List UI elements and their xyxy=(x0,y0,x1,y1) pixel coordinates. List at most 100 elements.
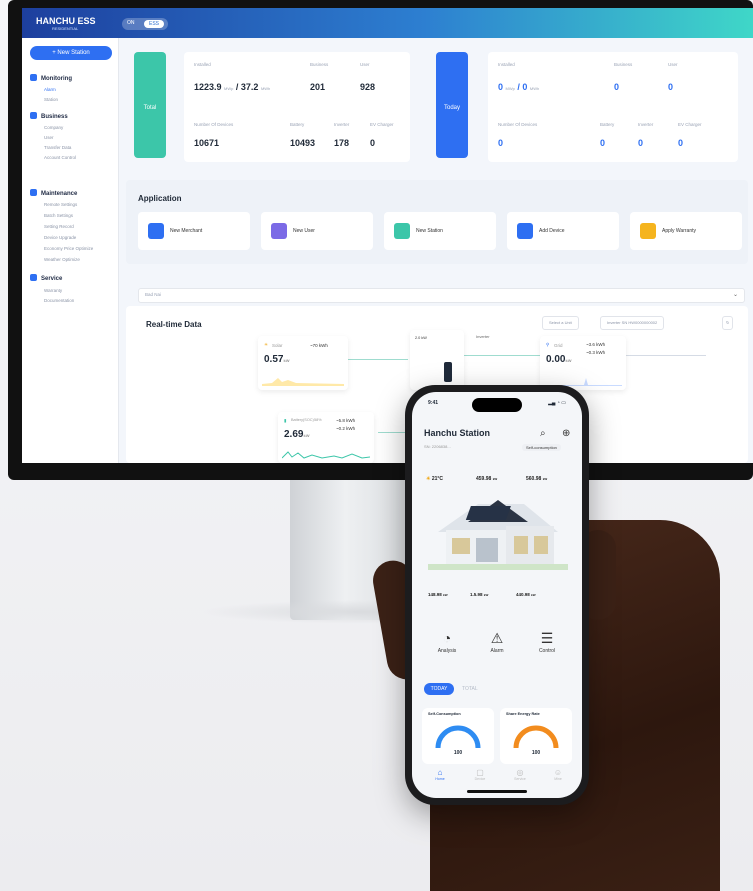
tab-total[interactable]: TOTAL xyxy=(462,683,478,695)
share-energy-card: Share Energy Rate 100 xyxy=(500,708,572,764)
sidebar-item-batch-settings[interactable]: Batch Settings xyxy=(44,213,73,218)
total-battery-value: 10493 xyxy=(290,138,316,148)
inverter-device-icon xyxy=(444,362,452,382)
station-title[interactable]: Hanchu Station xyxy=(424,428,490,438)
control-label[interactable]: Control xyxy=(532,648,562,654)
total-battery-label: Battery xyxy=(290,122,305,127)
station-select-value: Bad Nai xyxy=(145,292,162,297)
sidebar-item-device-upgrade[interactable]: Device Upgrade xyxy=(44,235,76,240)
total-ev-label: EV Charger xyxy=(370,122,394,127)
sidebar-section-monitoring[interactable]: Monitoring xyxy=(30,74,72,82)
share-energy-title: Share Energy Rate xyxy=(506,712,540,716)
merchant-icon xyxy=(148,223,164,239)
new-station-button[interactable]: + New Station xyxy=(30,46,112,60)
add-icon[interactable]: ⊕ xyxy=(562,428,570,439)
nav-device[interactable]: ▢ Device xyxy=(468,768,492,781)
sidebar-item-transfer-data[interactable]: Transfer Data xyxy=(44,145,71,150)
sidebar-item-documentation[interactable]: Documentation xyxy=(44,298,74,303)
station-select[interactable]: Bad Nai ⌄ xyxy=(138,288,745,303)
warranty-icon xyxy=(640,223,656,239)
nav-mine[interactable]: ☺ Mine xyxy=(546,768,570,781)
solar-sparkline xyxy=(262,378,344,386)
monitoring-icon xyxy=(30,74,37,81)
alarm-label[interactable]: Alarm xyxy=(482,648,512,654)
new-user-button[interactable]: New User xyxy=(261,212,373,250)
grid-label: Grid xyxy=(554,343,563,348)
total-ev-value: 0 xyxy=(370,138,376,148)
pie-chart-icon[interactable]: ◔ xyxy=(432,630,462,646)
total-business-label: Business xyxy=(310,62,329,67)
tab-today[interactable]: TODAY xyxy=(424,683,454,695)
total-installed-value: 1223.9 MWp / 37.2 MWh xyxy=(194,82,271,92)
nav-service[interactable]: ◎ Service xyxy=(508,768,532,781)
search-icon[interactable]: ⌕ xyxy=(540,428,546,439)
sidebar-item-remote-settings[interactable]: Remote Settings xyxy=(44,202,77,207)
grid-power-value: 560.98 kW xyxy=(526,476,548,482)
new-merchant-label: New Merchant xyxy=(170,228,203,234)
new-merchant-button[interactable]: New Merchant xyxy=(138,212,250,250)
sidebar-item-weather-optimize[interactable]: Weather Optimize xyxy=(44,257,80,262)
self-consumption-mode-button[interactable]: Self-consumption xyxy=(522,444,561,451)
sidebar-item-economy-price[interactable]: Economy Price Optimize xyxy=(44,246,93,251)
sidebar-item-company[interactable]: Company xyxy=(44,125,63,130)
flow-line-grid xyxy=(464,355,540,356)
grid-card[interactable]: ⚲ Grid ~3.6 kWh ~0.3 kWh 0.00kW xyxy=(540,336,626,390)
weather-value: ☀ 21°C xyxy=(426,476,444,482)
inverter-value: 2.0 kW xyxy=(415,336,427,340)
today-business-value: 0 xyxy=(614,82,620,92)
mode-toggle[interactable]: ON ESS xyxy=(122,18,168,30)
self-consumption-gauge xyxy=(435,725,481,749)
nav-home[interactable]: ⌂ Home xyxy=(428,768,452,781)
new-station-app-button[interactable]: New Station xyxy=(384,212,496,250)
add-device-label: Add Device xyxy=(539,228,565,234)
maintenance-icon xyxy=(30,189,37,196)
share-energy-gauge xyxy=(513,725,559,749)
solar-total: ~70 kWh xyxy=(310,343,328,348)
refresh-icon[interactable]: ↻ xyxy=(722,316,734,330)
sidebar-section-service[interactable]: Service xyxy=(30,274,62,282)
sidebar-item-account-control[interactable]: Account Control xyxy=(44,155,76,160)
sidebar-section-maintenance[interactable]: Maintenance xyxy=(30,189,77,197)
device-icon xyxy=(517,223,533,239)
battery-card[interactable]: ▮ Battery(SOC) 58% ~5.8 kWh ~0.2 kWh 2.6… xyxy=(278,412,374,463)
sidebar-item-alarm[interactable]: Alarm xyxy=(44,87,56,92)
alarm-icon[interactable]: ⚠ xyxy=(482,630,512,647)
total-inverter-value: 178 xyxy=(334,138,350,148)
total-devices-label: Number Of Devices xyxy=(194,122,234,127)
sidebar-item-station[interactable]: Station xyxy=(44,97,58,102)
self-consumption-card: Self-Consumption 100 xyxy=(422,708,494,764)
inverter-label: Inverter xyxy=(476,334,490,339)
add-device-button[interactable]: Add Device xyxy=(507,212,619,250)
today-inverter-label: Inverter xyxy=(638,122,654,127)
battery-sparkline xyxy=(282,451,370,459)
apply-warranty-button[interactable]: Apply Warranty xyxy=(630,212,742,250)
solar-card[interactable]: ☀ Solar ~70 kWh 0.57kW xyxy=(258,336,348,390)
unit-select[interactable]: Select a Unit xyxy=(542,316,579,330)
battery-charge: ~5.8 kWh xyxy=(336,418,356,423)
toggle-option-ess[interactable]: ESS xyxy=(144,20,164,28)
battery-label: Battery(SOC) xyxy=(291,418,314,422)
flow-line-grid-ext xyxy=(626,355,706,356)
sidebar-section-business[interactable]: Business xyxy=(30,112,68,120)
sidebar-item-user[interactable]: User xyxy=(44,135,54,140)
flow-line-solar xyxy=(348,359,408,360)
inverter-sn-select[interactable]: Inverter SN HW0000000002 xyxy=(600,316,665,330)
sidebar-item-setting-record[interactable]: Setting Record xyxy=(44,224,74,229)
sidebar-item-warranty[interactable]: Warranty xyxy=(44,288,62,293)
total-stats-card: Installed 1223.9 MWp / 37.2 MWh Business… xyxy=(184,52,410,162)
chevron-down-icon: ⌄ xyxy=(732,292,738,298)
control-icon[interactable]: ☰ xyxy=(532,630,562,647)
apply-warranty-label: Apply Warranty xyxy=(662,228,696,234)
toggle-option-on[interactable]: ON xyxy=(127,20,135,26)
inverter-card[interactable]: 2.0 kW xyxy=(410,330,464,390)
grid-tower-icon: ⚲ xyxy=(546,342,550,347)
today-devices-value: 0 xyxy=(498,138,504,148)
total-user-value: 928 xyxy=(360,82,376,92)
brand-logo[interactable]: HANCHU ESS xyxy=(36,16,96,26)
sidebar: + New Station Monitoring Alarm Station B… xyxy=(22,38,119,463)
total-installed-label: Installed xyxy=(194,62,211,67)
phone-time: 9:41 xyxy=(428,400,439,406)
phone-screen: 9:41 ▂▄ ◔ ▭ Hanchu Station SN: 2206838..… xyxy=(412,392,582,798)
analysis-label[interactable]: Analysis xyxy=(432,648,462,654)
service-icon xyxy=(30,274,37,281)
